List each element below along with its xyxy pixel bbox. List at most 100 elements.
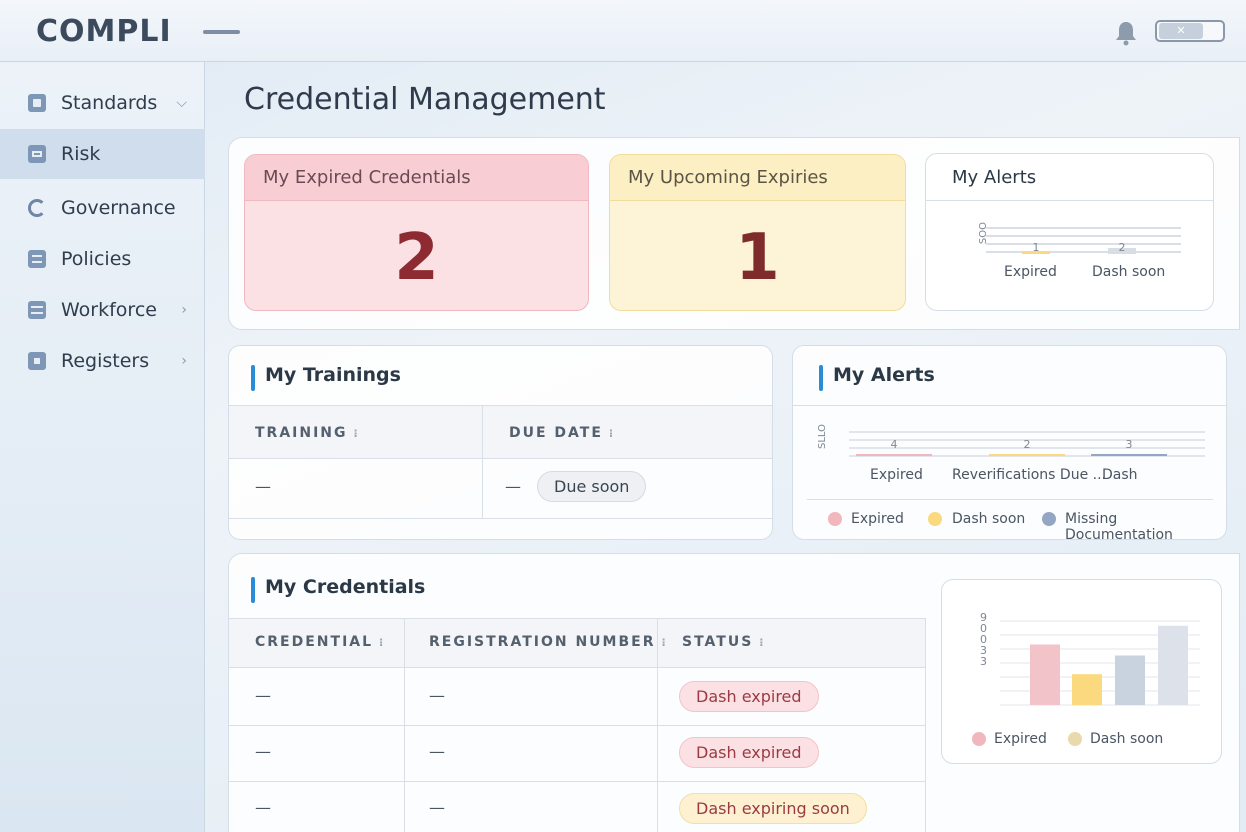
legend-swatch-soon [928,512,942,526]
divider [793,405,1226,406]
status-badge: Due soon [537,471,647,502]
alerts-mid-chart: 4 2 3 [849,431,1205,457]
expired-credentials-card[interactable]: My Expired Credentials 2 [244,154,589,311]
workforce-icon [28,301,46,319]
divider [229,781,925,782]
upcoming-expiries-card[interactable]: My Upcoming Expiries 1 [609,154,906,311]
column-header-credential[interactable]: CREDENTIAL ⁝ [255,634,383,650]
sidebar-item-workforce[interactable]: Workforce › [0,285,205,335]
sidebar-item-label: Standards [61,92,158,114]
alerts-top-chart: 12 [986,227,1181,254]
bar [1030,644,1060,705]
app-logo[interactable]: COMPLI [36,14,172,49]
alerts-card-mid: My Alerts SLLO 4 2 3 Expired Reverificatio… [792,345,1227,543]
chevron-right-icon[interactable]: › [181,302,187,318]
sidebar-item-label: Workforce [61,299,157,321]
bar [1072,674,1102,705]
policies-icon [28,250,46,268]
section-title: My Alerts [819,364,935,391]
sidebar-item-standards[interactable]: Standards ⌵ [0,78,205,128]
divider [807,499,1213,500]
sort-icon: ⁝ [759,636,764,649]
column-header-training[interactable]: TRAINING ⁝ [255,425,358,441]
x-tick-label: Reverifications Due ... [952,467,1106,483]
table-cell: — [429,798,445,817]
top-bar: COMPLI ✕ [0,0,1246,62]
card-title: My Expired Credentials [245,155,588,201]
divider [229,458,772,459]
axis-tick-label: 3 [980,655,987,668]
menu-collapse-icon[interactable] [203,30,240,34]
status-badge: Dash expired [679,681,819,712]
legend-label[interactable]: Dash soon [952,511,1025,527]
page-title: Credential Management [244,82,606,117]
axis-label: SOO [978,222,989,245]
divider [926,200,1213,201]
table-cell: — [255,742,271,761]
legend-label[interactable]: Missing Documentation [1065,511,1226,543]
credentials-card: My Credentials CREDENTIAL ⁝ REGISTRATION … [228,553,1240,832]
bar [856,454,932,456]
upcoming-count: 1 [735,221,780,295]
x-tick-label: Expired [1004,264,1057,280]
axis-label: SLLO [817,424,828,450]
data-label: 2 [1119,241,1126,254]
sidebar-item-label: Policies [61,248,132,270]
bar [1158,625,1188,705]
column-header-status[interactable]: STATUS ⁝ [682,634,763,650]
divider [229,518,772,519]
section-title: My Credentials [251,576,425,603]
sidebar-item-risk[interactable]: Risk [0,129,205,179]
sort-icon: ⁝ [661,636,666,649]
section-title: My Trainings [251,364,401,391]
governance-icon [28,199,46,217]
sidebar-item-label: Risk [61,143,101,165]
sidebar-item-governance[interactable]: Governance [0,183,205,233]
legend-swatch-missing [1042,512,1056,526]
sidebar-item-registers[interactable]: Registers › [0,336,205,386]
sort-icon: ⁝ [353,427,358,440]
legend-label[interactable]: Expired [994,731,1047,747]
chevron-right-icon[interactable]: › [181,353,187,369]
table-cell: — [505,477,521,496]
sort-icon: ⁝ [608,427,614,440]
sidebar-item-policies[interactable]: Policies [0,234,205,284]
x-tick-label: Expired [870,467,923,483]
registers-icon [28,352,46,370]
alerts-card-top: My Alerts 12 SOO Expired Dash soon [925,153,1214,311]
divider [229,725,925,726]
x-tick-label: Dash [1102,467,1138,483]
expired-count: 2 [394,221,439,295]
column-header-due-date[interactable]: DUE DATE ⁝ [509,425,613,441]
x-tick-label: Dash soon [1092,264,1166,280]
table-cell: — [429,686,445,705]
trainings-card: My Trainings TRAINING ⁝ DUE DATE ⁝ — — Due… [228,345,773,540]
legend-label[interactable]: Dash soon [1090,731,1163,747]
sidebar-item-label: Governance [61,197,176,219]
chevron-down-icon[interactable]: ⌵ [176,95,187,111]
risk-icon [28,145,46,163]
bar [989,454,1065,456]
status-badge: Dash expiring soon [679,793,867,824]
legend-swatch-soon [1068,732,1082,746]
sidebar-item-label: Registers [61,350,150,372]
standards-icon [28,94,46,112]
table-cell: — [255,686,271,705]
legend-swatch-expired [828,512,842,526]
legend-swatch-expired [972,732,986,746]
theme-toggle[interactable]: ✕ [1155,20,1225,42]
data-label: 2 [1024,438,1031,451]
table-cell: — [429,742,445,761]
data-label: 1 [1033,241,1040,254]
legend-label[interactable]: Expired [851,511,904,527]
card-title: My Upcoming Expiries [610,155,905,201]
credentials-chart-card: 9 0 0 3 3 Expired Dash soon [941,579,1222,764]
credentials-chart [1000,620,1200,706]
sidebar: Standards ⌵ Risk Governance Policies Wor… [0,62,205,832]
column-header-registration-number[interactable]: REGISTRATION NUMBER ⁝ [429,634,666,650]
card-title: My Alerts [952,167,1037,188]
bell-icon[interactable] [1113,20,1139,46]
close-icon: ✕ [1159,23,1203,39]
data-label: 4 [891,438,898,451]
table-cell: — [255,798,271,817]
